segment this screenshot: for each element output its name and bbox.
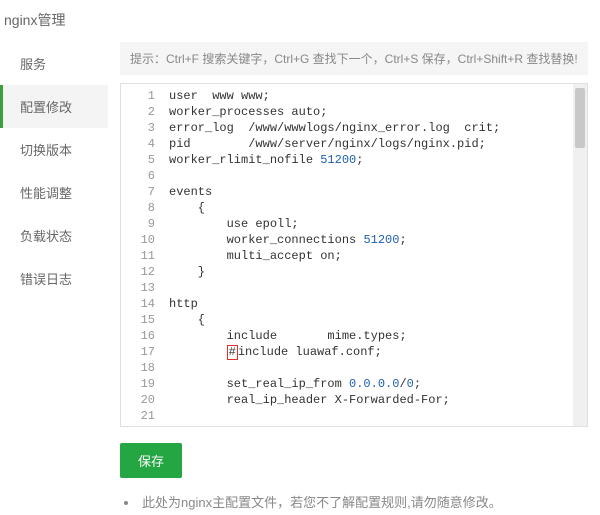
sidebar-item-errorlog[interactable]: 错误日志 [0,257,108,300]
code-editor[interactable]: 123456789101112131415161718192021 user w… [120,83,588,427]
page-title: nginx管理 [0,0,600,42]
sidebar: 服务 配置修改 切换版本 性能调整 负载状态 错误日志 [0,42,108,515]
scrollbar-thumb[interactable] [575,88,585,148]
sidebar-item-config[interactable]: 配置修改 [0,85,108,128]
sidebar-item-label: 服务 [20,57,46,72]
sidebar-item-label: 切换版本 [20,143,72,158]
save-button[interactable]: 保存 [120,443,182,478]
sidebar-item-version[interactable]: 切换版本 [0,128,108,171]
sidebar-item-label: 配置修改 [20,100,72,115]
tip-bar: 提示：Ctrl+F 搜索关键字，Ctrl+G 查找下一个，Ctrl+S 保存，C… [120,42,588,75]
sidebar-item-service[interactable]: 服务 [0,42,108,85]
vertical-scrollbar[interactable] [573,84,587,426]
highlight-marker: # [227,345,238,360]
sidebar-item-perf[interactable]: 性能调整 [0,171,108,214]
sidebar-item-load[interactable]: 负载状态 [0,214,108,257]
config-warning-note: 此处为nginx主配置文件，若您不了解配置规则,请勿随意修改。 [120,486,588,511]
line-gutter: 123456789101112131415161718192021 [121,84,163,426]
code-area[interactable]: user www www;worker_processes auto;error… [163,84,587,426]
sidebar-item-label: 错误日志 [20,272,72,287]
sidebar-item-label: 负载状态 [20,229,72,244]
sidebar-item-label: 性能调整 [20,186,72,201]
